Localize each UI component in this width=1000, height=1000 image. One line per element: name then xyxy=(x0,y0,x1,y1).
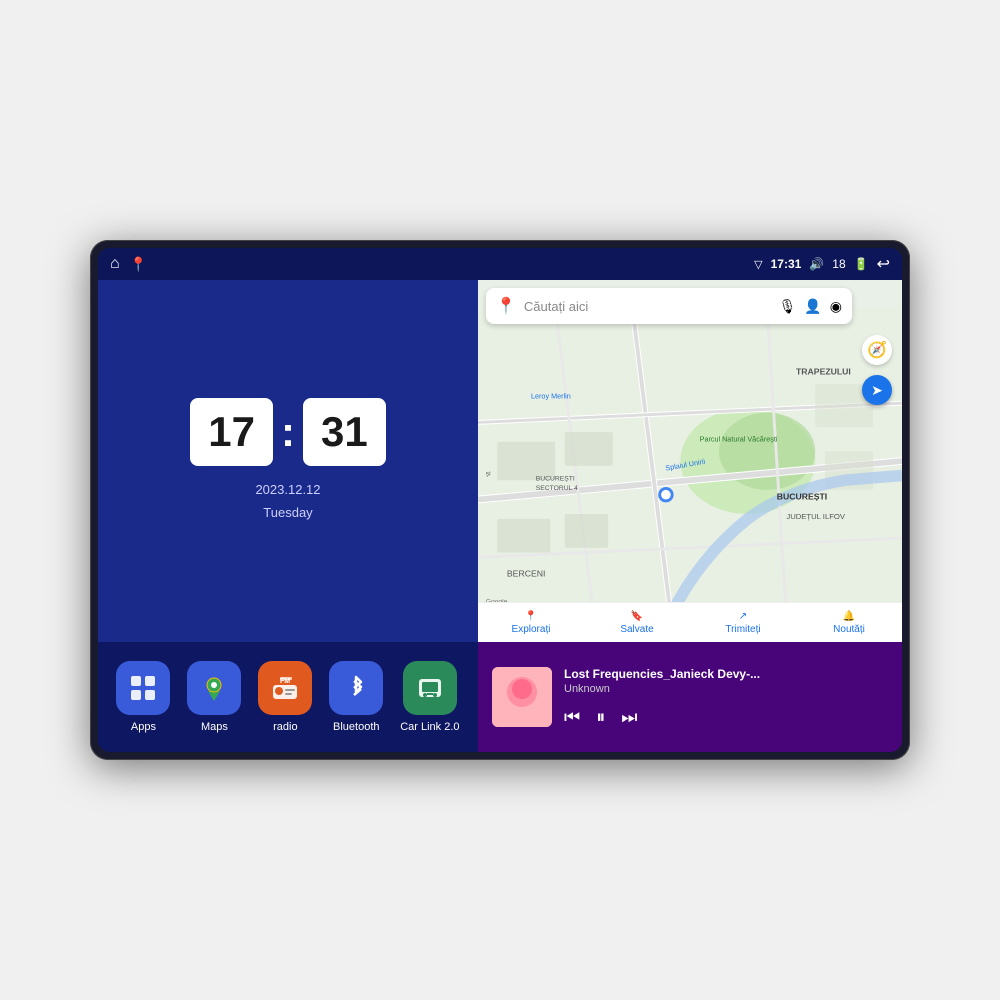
app-label-bluetooth: Bluetooth xyxy=(333,721,379,733)
map-search-actions: 🎙 👤 ◉ xyxy=(779,298,842,315)
battery-icon: 🔋 xyxy=(854,257,869,271)
app-item-carlink[interactable]: Car Link 2.0 xyxy=(400,661,459,733)
bluetooth-icon xyxy=(329,661,383,715)
play-pause-button[interactable]: ⏸ xyxy=(596,707,605,728)
svg-text:Parcul Natural Văcărești: Parcul Natural Văcărești xyxy=(700,435,778,444)
music-artist: Unknown xyxy=(564,683,888,695)
right-panel: TRAPEZULUI BUCUREȘTI JUDEȚUL ILFOV BERCE… xyxy=(478,280,902,752)
saved-icon: 🔖 xyxy=(631,611,643,622)
clock-display: 17 : 31 xyxy=(190,398,385,466)
music-info: Lost Frequencies_Janieck Devy-... Unknow… xyxy=(564,667,888,728)
svg-text:BUCUREȘTI: BUCUREȘTI xyxy=(536,475,575,482)
back-icon[interactable]: ↩ xyxy=(877,254,890,274)
svg-text:Leroy Merlin: Leroy Merlin xyxy=(531,391,571,400)
app-label-radio: radio xyxy=(273,721,297,733)
next-button[interactable]: ⏭ xyxy=(621,707,637,728)
maps-app-icon xyxy=(187,661,241,715)
map-nav-saved[interactable]: 🔖 Salvate xyxy=(584,611,690,635)
apps-row: Apps Maps xyxy=(98,642,478,752)
map-area[interactable]: TRAPEZULUI BUCUREȘTI JUDEȚUL ILFOV BERCE… xyxy=(478,280,902,642)
compass-icon[interactable]: 🧭 xyxy=(862,335,892,365)
map-nav-send[interactable]: ↗ Trimiteți xyxy=(690,611,796,635)
radio-icon: FM xyxy=(258,661,312,715)
clock-date: 2023.12.12 Tuesday xyxy=(255,478,320,525)
volume-icon: 🔊 xyxy=(809,257,824,271)
app-item-maps[interactable]: Maps xyxy=(187,661,241,733)
voice-search-icon[interactable]: 🎙 xyxy=(779,298,797,315)
map-search-text[interactable]: Căutați aici xyxy=(524,299,771,314)
navigation-button[interactable]: ➤ xyxy=(862,375,892,405)
map-bottom-nav: 📍 Explorați 🔖 Salvate ↗ Trimiteți 🔔 xyxy=(478,602,902,642)
clock-widget: 17 : 31 2023.12.12 Tuesday xyxy=(98,280,478,642)
music-controls: ⏮ ⏸ ⏭ xyxy=(564,707,888,728)
prev-button[interactable]: ⏮ xyxy=(564,707,580,728)
svg-text:și: și xyxy=(486,470,491,477)
volume-level: 18 xyxy=(832,257,845,271)
map-svg: TRAPEZULUI BUCUREȘTI JUDEȚUL ILFOV BERCE… xyxy=(478,280,902,642)
account-icon[interactable]: 👤 xyxy=(804,298,821,315)
explore-icon: 📍 xyxy=(525,611,537,622)
app-item-bluetooth[interactable]: Bluetooth xyxy=(329,661,383,733)
status-time: 17:31 xyxy=(771,257,802,271)
signal-icon: ▽ xyxy=(754,258,762,271)
send-label: Trimiteți xyxy=(725,624,760,635)
clock-minute: 31 xyxy=(303,398,386,466)
status-bar: ⌂ 📍 ▽ 17:31 🔊 18 🔋 ↩ xyxy=(98,248,902,280)
app-label-apps: Apps xyxy=(131,721,156,733)
maps-icon[interactable]: 📍 xyxy=(130,256,147,273)
app-label-carlink: Car Link 2.0 xyxy=(400,721,459,733)
music-title: Lost Frequencies_Janieck Devy-... xyxy=(564,667,888,681)
left-panel: 17 : 31 2023.12.12 Tuesday xyxy=(98,280,478,752)
clock-separator: : xyxy=(281,408,295,456)
clock-hour: 17 xyxy=(190,398,273,466)
app-item-apps[interactable]: Apps xyxy=(116,661,170,733)
music-thumbnail xyxy=(492,667,552,727)
device-body: ⌂ 📍 ▽ 17:31 🔊 18 🔋 ↩ 17 : xyxy=(90,240,910,760)
news-icon: 🔔 xyxy=(843,611,855,622)
map-nav-news[interactable]: 🔔 Noutăți xyxy=(796,611,902,635)
saved-label: Salvate xyxy=(620,624,653,635)
svg-text:BUCUREȘTI: BUCUREȘTI xyxy=(777,492,828,502)
svg-text:FM: FM xyxy=(280,678,290,685)
map-nav-explore[interactable]: 📍 Explorați xyxy=(478,611,584,635)
explore-label: Explorați xyxy=(512,624,551,635)
svg-text:BERCENI: BERCENI xyxy=(507,569,545,579)
map-search-bar[interactable]: 📍 Căutați aici 🎙 👤 ◉ xyxy=(486,288,852,324)
app-label-maps: Maps xyxy=(201,721,228,733)
device-screen: ⌂ 📍 ▽ 17:31 🔊 18 🔋 ↩ 17 : xyxy=(98,248,902,752)
carlink-icon xyxy=(403,661,457,715)
layers-icon[interactable]: ◉ xyxy=(830,298,842,315)
news-label: Noutăți xyxy=(833,624,865,635)
music-player: Lost Frequencies_Janieck Devy-... Unknow… xyxy=(478,642,902,752)
status-right-info: ▽ 17:31 🔊 18 🔋 ↩ xyxy=(754,254,890,274)
home-icon[interactable]: ⌂ xyxy=(110,255,120,273)
svg-text:JUDEȚUL ILFOV: JUDEȚUL ILFOV xyxy=(786,512,846,521)
apps-icon xyxy=(116,661,170,715)
main-content: 17 : 31 2023.12.12 Tuesday xyxy=(98,280,902,752)
google-maps-pin-icon: 📍 xyxy=(496,296,516,316)
send-icon: ↗ xyxy=(739,611,747,622)
app-item-radio[interactable]: FM radio xyxy=(258,661,312,733)
svg-text:SECTORUL 4: SECTORUL 4 xyxy=(536,485,578,492)
status-left-icons: ⌂ 📍 xyxy=(110,255,147,273)
svg-text:TRAPEZULUI: TRAPEZULUI xyxy=(796,366,851,376)
